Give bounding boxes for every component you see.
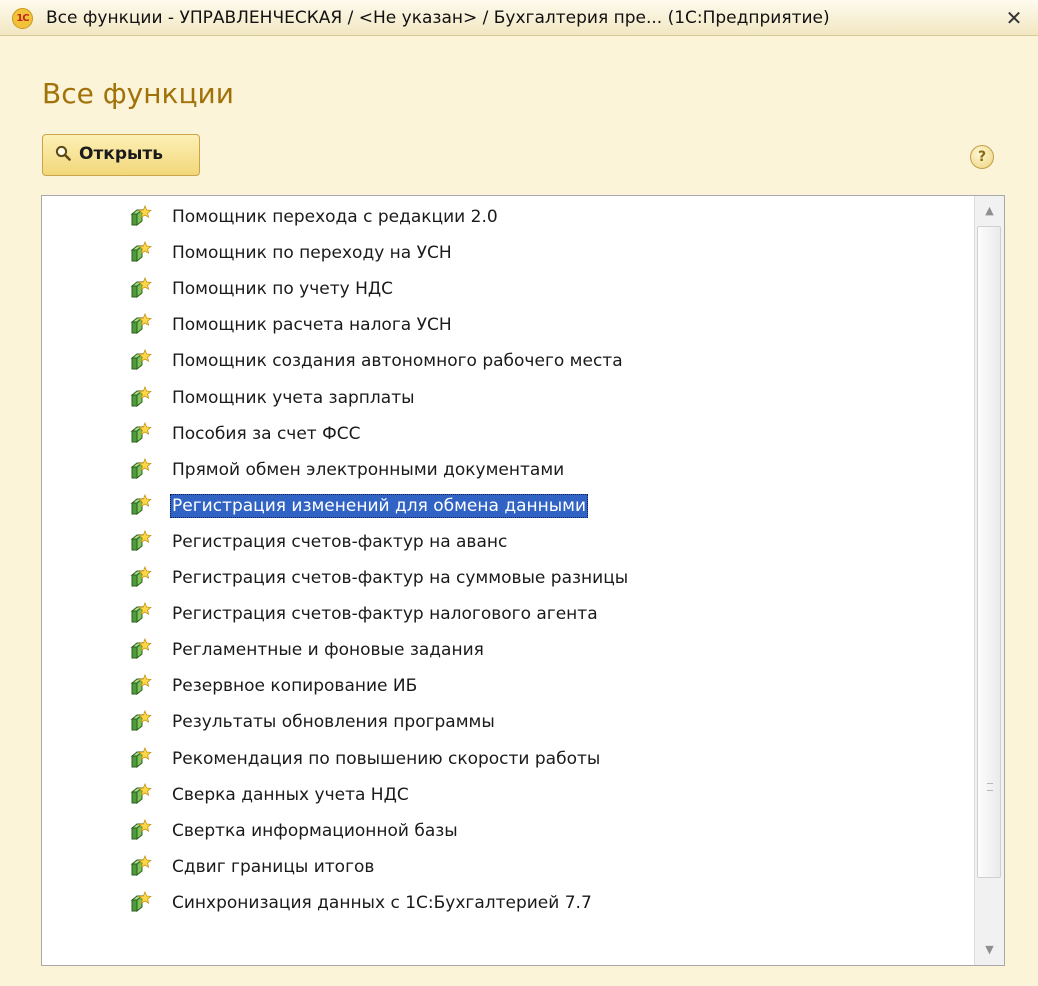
list-item-label: Результаты обновления программы xyxy=(172,712,495,733)
list-item-label: Регистрация счетов-фактур на аванс xyxy=(172,531,508,552)
list-item-label: Прямой обмен электронными документами xyxy=(172,459,565,480)
processing-icon xyxy=(130,241,152,263)
search-icon xyxy=(55,145,71,161)
list-item-label: Регистрация счетов-фактур налогового аге… xyxy=(172,604,598,625)
list-item[interactable]: Помощник перехода с редакции 2.0 xyxy=(42,198,972,234)
processing-icon xyxy=(130,782,152,805)
list-item-label: Сдвиг границы итогов xyxy=(172,856,375,877)
list-item[interactable]: Регистрация счетов-фактур налогового аге… xyxy=(42,595,972,631)
processing-icon xyxy=(130,385,152,408)
list-item[interactable]: Регистрация счетов-фактур на аванс xyxy=(42,523,972,559)
list-item-label: Помощник перехода с редакции 2.0 xyxy=(172,207,498,227)
vertical-scrollbar[interactable]: ▲ ▼ xyxy=(974,196,1004,965)
help-button[interactable]: ? xyxy=(970,145,994,169)
open-button[interactable]: Открыть xyxy=(42,134,200,176)
scroll-up-button[interactable]: ▲ xyxy=(975,196,1004,226)
list-item[interactable]: Регистрация счетов-фактур на суммовые ра… xyxy=(42,559,972,595)
list-item[interactable]: Помощник по переходу на УСН xyxy=(42,234,972,270)
scroll-thumb-grip xyxy=(987,783,993,791)
app-logo-icon: 1С xyxy=(12,8,33,29)
list-item-label: Регистрация счетов-фактур на суммовые ра… xyxy=(172,568,629,588)
list-item[interactable]: Свертка информационной базы xyxy=(42,812,972,848)
list-item-label: Помощник учета зарплаты xyxy=(172,387,415,408)
processing-icon xyxy=(130,602,152,624)
processing-icon xyxy=(130,493,152,516)
list-item[interactable]: Помощник учета зарплаты xyxy=(42,379,972,415)
list-item[interactable]: Сверка данных учета НДС xyxy=(42,776,972,812)
processing-icon xyxy=(130,674,152,696)
list-item[interactable]: Помощник по учету НДС xyxy=(42,270,972,306)
processing-icon xyxy=(130,277,152,299)
list-item[interactable]: Резервное копирование ИБ xyxy=(42,667,972,703)
window-titlebar: 1С Все функции - УПРАВЛЕНЧЕСКАЯ / <Не ук… xyxy=(0,0,1038,36)
open-button-label: Открыть xyxy=(79,144,163,164)
list-item-label: Помощник по учету НДС xyxy=(172,279,394,300)
list-item-label: Пособия за счет ФСС xyxy=(172,423,361,444)
processing-icon xyxy=(130,204,152,227)
processing-icon xyxy=(130,890,152,913)
page-title: Все функции xyxy=(42,77,234,110)
processing-icon xyxy=(130,529,152,552)
scroll-thumb[interactable] xyxy=(977,226,1001,878)
list-item[interactable]: Сдвиг границы итогов xyxy=(42,848,972,884)
processing-icon xyxy=(130,349,152,371)
list-item-label: Резервное копирование ИБ xyxy=(172,676,418,697)
processing-icon xyxy=(130,421,152,444)
window-title: Все функции - УПРАВЛЕНЧЕСКАЯ / <Не указа… xyxy=(46,8,830,28)
list-item-label: Синхронизация данных с 1С:Бухгалтерией 7… xyxy=(172,892,592,913)
list-item-label: Помощник создания автономного рабочего м… xyxy=(172,351,623,372)
functions-list[interactable]: Помощник перехода с редакции 2.0 Помощник… xyxy=(41,195,1005,966)
close-button[interactable]: ✕ xyxy=(1002,6,1026,30)
processing-icon xyxy=(130,854,152,877)
list-item[interactable]: Прямой обмен электронными документами xyxy=(42,451,972,487)
list-item[interactable]: Регистрация изменений для обмена данными xyxy=(42,487,972,523)
list-item[interactable]: Регламентные и фоновые задания xyxy=(42,631,972,667)
processing-icon xyxy=(130,818,152,841)
list-item[interactable]: Пособия за счет ФСС xyxy=(42,415,972,451)
processing-icon xyxy=(130,313,152,335)
list-item-label: Регистрация изменений для обмена данными xyxy=(170,493,589,518)
processing-icon xyxy=(130,746,152,769)
list-item-label: Помощник расчета налога УСН xyxy=(172,315,452,336)
processing-icon xyxy=(130,457,152,480)
scroll-down-button[interactable]: ▼ xyxy=(975,935,1004,965)
list-item[interactable]: Синхронизация данных с 1С:Бухгалтерией 7… xyxy=(42,884,972,920)
list-item[interactable]: Рекомендация по повышению скорости работ… xyxy=(42,740,972,776)
list-item-label: Помощник по переходу на УСН xyxy=(172,243,452,264)
list-item[interactable]: Помощник создания автономного рабочего м… xyxy=(42,342,972,378)
list-item-label: Регламентные и фоновые задания xyxy=(172,640,484,661)
processing-icon xyxy=(130,710,152,732)
list-item-label: Рекомендация по повышению скорости работ… xyxy=(172,748,601,769)
list-item[interactable]: Помощник расчета налога УСН xyxy=(42,306,972,342)
list-item[interactable]: Результаты обновления программы xyxy=(42,703,972,739)
processing-icon xyxy=(130,565,152,588)
list-item-label: Сверка данных учета НДС xyxy=(172,784,409,805)
processing-icon xyxy=(130,638,152,660)
list-item-label: Свертка информационной базы xyxy=(172,820,458,841)
